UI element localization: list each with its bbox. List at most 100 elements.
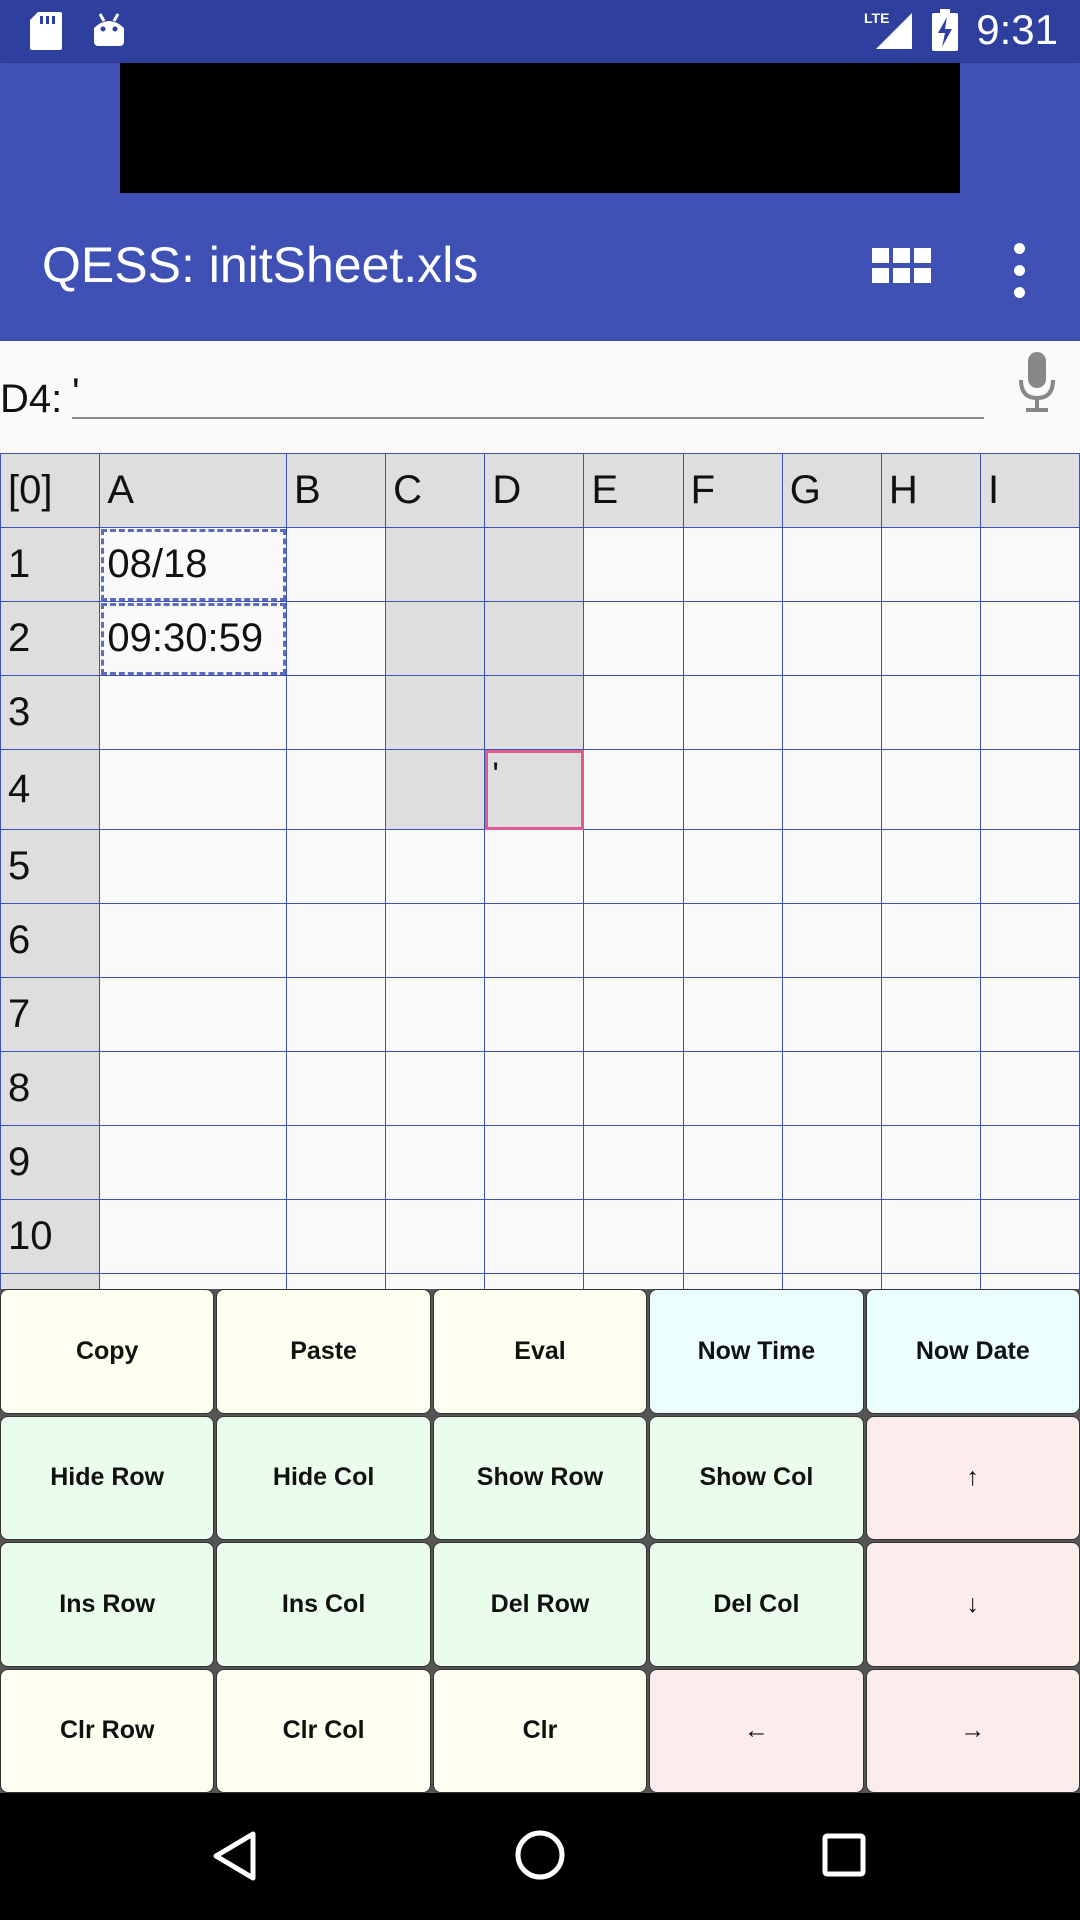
cell-e7[interactable] [583, 977, 684, 1052]
cell-f10[interactable] [682, 1199, 783, 1274]
cell-g2[interactable] [781, 601, 882, 676]
cell-i1[interactable] [980, 527, 1080, 602]
column-header-d[interactable]: D [484, 453, 585, 528]
cell-h9[interactable] [880, 1125, 982, 1200]
grid-view-icon[interactable] [872, 248, 932, 284]
right-arrow-button[interactable]: → [865, 1668, 1080, 1793]
cell-d9[interactable] [484, 1125, 585, 1200]
cell-d1[interactable] [484, 527, 585, 602]
cell-b1[interactable] [286, 527, 387, 602]
cell-g11[interactable] [781, 1273, 882, 1289]
cell-b10[interactable] [286, 1199, 387, 1274]
ad-banner[interactable] [120, 63, 960, 193]
cell-c2[interactable] [385, 601, 486, 676]
cell-a7[interactable] [99, 977, 288, 1052]
cell-g1[interactable] [781, 527, 882, 602]
cell-e6[interactable] [583, 903, 684, 978]
clr-row-button[interactable]: Clr Row [0, 1668, 215, 1793]
cell-i5[interactable] [980, 829, 1080, 904]
cell-h5[interactable] [880, 829, 982, 904]
row-header[interactable]: 9 [0, 1125, 101, 1200]
hide-col-button[interactable]: Hide Col [216, 1415, 431, 1540]
cell-i2[interactable] [980, 601, 1080, 676]
cell-h1[interactable] [880, 527, 982, 602]
cell-d5[interactable] [484, 829, 585, 904]
cell-b11[interactable] [286, 1273, 387, 1289]
cell-g6[interactable] [781, 903, 882, 978]
row-header[interactable]: 5 [0, 829, 101, 904]
more-options-icon[interactable] [1005, 243, 1035, 299]
eval-button[interactable]: Eval [432, 1289, 648, 1414]
cell-c10[interactable] [385, 1199, 486, 1274]
cell-b9[interactable] [286, 1125, 387, 1200]
cell-i6[interactable] [980, 903, 1080, 978]
cell-c3[interactable] [385, 675, 486, 750]
cell-f3[interactable] [682, 675, 783, 750]
cell-i8[interactable] [980, 1051, 1080, 1126]
cell-h4[interactable] [880, 749, 982, 830]
cell-f7[interactable] [682, 977, 783, 1052]
cell-e11[interactable] [583, 1273, 684, 1289]
cell-c7[interactable] [385, 977, 486, 1052]
column-header-g[interactable]: G [781, 453, 882, 528]
cell-e4[interactable] [583, 749, 684, 830]
cell-e2[interactable] [583, 601, 684, 676]
cell-a4[interactable] [99, 749, 288, 830]
cell-f1[interactable] [682, 527, 783, 602]
cell-i7[interactable] [980, 977, 1080, 1052]
column-header-h[interactable]: H [880, 453, 982, 528]
cell-h2[interactable] [880, 601, 982, 676]
row-header[interactable]: 7 [0, 977, 101, 1052]
cell-a2[interactable]: 09:30:59 [99, 601, 288, 676]
row-header[interactable]: 11 [0, 1273, 101, 1289]
cell-a6[interactable] [99, 903, 288, 978]
cell-a11[interactable] [99, 1273, 288, 1289]
cell-e10[interactable] [583, 1199, 684, 1274]
cell-g7[interactable] [781, 977, 882, 1052]
cell-f4[interactable] [682, 749, 783, 830]
cell-e9[interactable] [583, 1125, 684, 1200]
cell-g10[interactable] [781, 1199, 882, 1274]
recents-icon[interactable] [822, 1833, 866, 1877]
home-icon[interactable] [514, 1829, 566, 1881]
column-header-e[interactable]: E [583, 453, 684, 528]
cell-b7[interactable] [286, 977, 387, 1052]
column-header-b[interactable]: B [286, 453, 387, 528]
column-header-i[interactable]: I [980, 453, 1080, 528]
row-header[interactable]: 10 [0, 1199, 101, 1274]
cell-d11[interactable] [484, 1273, 585, 1289]
cell-g5[interactable] [781, 829, 882, 904]
cell-a3[interactable] [99, 675, 288, 750]
row-header[interactable]: 1 [0, 527, 101, 602]
cell-a5[interactable] [99, 829, 288, 904]
cell-c9[interactable] [385, 1125, 486, 1200]
cell-c8[interactable] [385, 1051, 486, 1126]
cell-a8[interactable] [99, 1051, 288, 1126]
cell-d2[interactable] [484, 601, 585, 676]
cell-c11[interactable] [385, 1273, 486, 1289]
cell-c6[interactable] [385, 903, 486, 978]
paste-button[interactable]: Paste [216, 1289, 431, 1414]
clr-col-button[interactable]: Clr Col [216, 1668, 431, 1793]
cell-d3[interactable] [484, 675, 585, 750]
now-date-button[interactable]: Now Date [865, 1289, 1080, 1414]
row-header[interactable]: 8 [0, 1051, 101, 1126]
cell-b3[interactable] [286, 675, 387, 750]
cell-d8[interactable] [484, 1051, 585, 1126]
row-header[interactable]: 4 [0, 749, 101, 830]
cell-e5[interactable] [583, 829, 684, 904]
cell-f2[interactable] [682, 601, 783, 676]
cell-g8[interactable] [781, 1051, 882, 1126]
spreadsheet-grid[interactable]: [0] A B C D E F G H I 1 08/18 2 09:30:59 3 4 '… [0, 453, 1080, 1289]
cell-h8[interactable] [880, 1051, 982, 1126]
cell-c4[interactable] [385, 749, 486, 830]
show-row-button[interactable]: Show Row [432, 1415, 648, 1540]
cell-i10[interactable] [980, 1199, 1080, 1274]
copy-button[interactable]: Copy [0, 1289, 215, 1414]
formula-input[interactable] [72, 369, 984, 419]
cell-d7[interactable] [484, 977, 585, 1052]
cell-h7[interactable] [880, 977, 982, 1052]
cell-h3[interactable] [880, 675, 982, 750]
cell-d4[interactable]: ' [484, 749, 585, 830]
cell-d6[interactable] [484, 903, 585, 978]
